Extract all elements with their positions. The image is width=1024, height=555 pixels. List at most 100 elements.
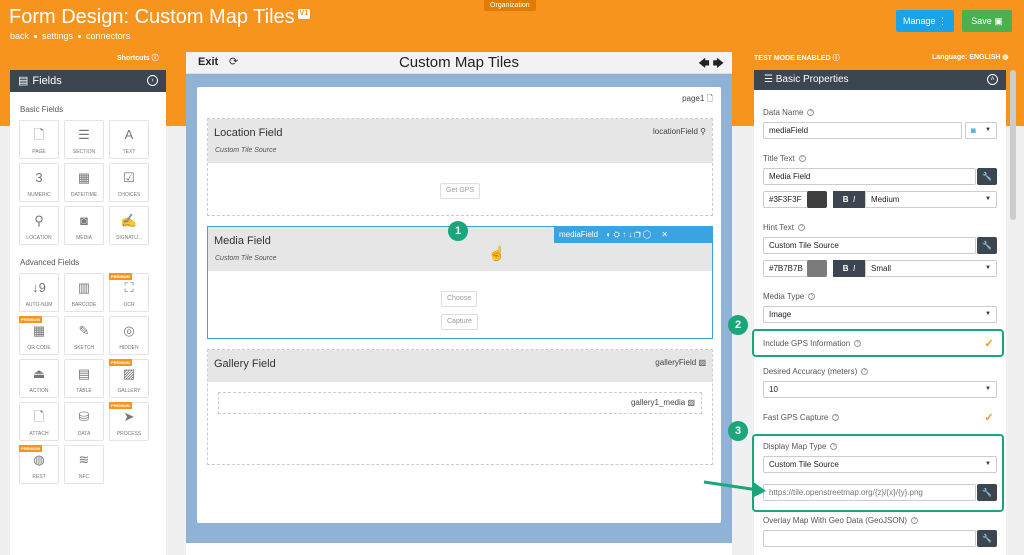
field-tile-ocr[interactable]: PREMIUM ⛶ OCR — [109, 273, 149, 312]
italic-icon[interactable]: I — [853, 264, 855, 273]
org-tag[interactable]: Organization — [484, 0, 536, 11]
premium-badge: PREMIUM — [109, 402, 132, 409]
accuracy-select[interactable]: 10 ▼ — [763, 381, 997, 398]
field-type-icon: ➤ — [123, 409, 135, 424]
arrow-shaft — [703, 480, 759, 492]
field-tile-barcode[interactable]: ▥ BARCODE — [64, 273, 104, 312]
title-color-swatch[interactable] — [807, 191, 827, 208]
field-tile-nfc[interactable]: ≋ NFC — [64, 445, 104, 484]
field-tile-text[interactable]: A TEXT — [109, 120, 149, 159]
help-icon[interactable]: ? — [797, 224, 805, 232]
palette-icon[interactable]: ◐ — [606, 230, 611, 239]
field-tile-choices[interactable]: ☑ CHOICES — [109, 163, 149, 202]
close-icon[interactable]: ✕ — [661, 230, 668, 239]
field-tile-location[interactable]: ⚲ LOCATION — [19, 206, 59, 245]
italic-icon[interactable]: I — [853, 195, 855, 204]
data-name-input[interactable]: mediaField — [763, 122, 962, 139]
test-mode-indicator[interactable]: TEST MODE ENABLED ⓘ — [754, 53, 840, 63]
fast-gps-checkbox[interactable]: ✓ — [983, 412, 995, 424]
hint-style-buttons[interactable]: B I — [833, 260, 865, 277]
field-tile-table[interactable]: ▤ TABLE — [64, 359, 104, 398]
data-name-type-select[interactable]: ◙ ▼ — [965, 122, 997, 139]
help-icon[interactable]: ? — [808, 293, 816, 301]
field-tile-auto-num[interactable]: ↓9 AUTO-NUM — [19, 273, 59, 312]
shortcuts-link[interactable]: Shortcuts ⓘ — [117, 53, 159, 63]
save-button[interactable]: Save ▣ — [962, 10, 1012, 32]
gallery-inner-field[interactable]: gallery1_media ▨ — [218, 392, 702, 414]
field-title: Media Field — [214, 235, 271, 247]
field-tile-attach[interactable]: 🗋 ATTACH — [19, 402, 59, 441]
crumb-settings[interactable]: settings — [42, 31, 73, 41]
hint-color-input[interactable]: #7B7B7B — [763, 260, 813, 277]
bold-icon[interactable]: B — [843, 195, 849, 204]
page-name: page1 — [682, 94, 705, 103]
title-text-input[interactable]: Media Field — [763, 168, 976, 185]
media-type-select[interactable]: Image ▼ — [763, 306, 997, 323]
bold-icon[interactable]: B — [843, 264, 849, 273]
crumb-connectors[interactable]: connectors — [86, 31, 130, 41]
help-icon[interactable]: ? — [832, 414, 840, 422]
field-tile-action[interactable]: ⏏ ACTION — [19, 359, 59, 398]
capture-button[interactable]: Capture — [441, 314, 478, 330]
choose-button[interactable]: Choose — [441, 291, 478, 307]
overlay-input[interactable] — [763, 530, 976, 547]
breadcrumb: back settings connectors — [10, 31, 130, 41]
gallery-field[interactable]: Gallery Field galleryField ▨ gallery1_me… — [207, 349, 713, 465]
field-tile-numeric[interactable]: 3 NUMERIC — [19, 163, 59, 202]
select-value: Medium — [871, 195, 900, 204]
basic-fields-grid: 🗋 PAGE ☰ SECTION A TEXT 3 NUMERIC ▦ DATE/TIME ☑ CHO… — [10, 120, 166, 245]
arrow-left-icon[interactable]: 🡄 — [698, 58, 709, 70]
get-gps-button[interactable]: Get GPS — [440, 183, 481, 199]
field-type-icon: ⏏ — [32, 366, 46, 381]
field-tile-signatu[interactable]: ✍ SIGNATU... — [109, 206, 149, 245]
hint-text-input[interactable]: Custom Tile Source — [763, 237, 976, 254]
move-up-icon[interactable]: ↑ — [622, 230, 626, 239]
field-tile-hidden[interactable]: ◎ HIDDEN — [109, 316, 149, 355]
media-field[interactable]: Media Field Custom Tile Source mediaFiel… — [207, 226, 713, 339]
help-icon[interactable]: ? — [861, 368, 869, 376]
field-tile-page[interactable]: 🗋 PAGE — [19, 120, 59, 159]
title-color-input[interactable]: #3F3F3F — [763, 191, 813, 208]
field-tile-label: NUMERIC — [27, 192, 51, 198]
arrow-right-icon[interactable]: 🡆 — [713, 58, 724, 70]
field-tile-media[interactable]: ◙ MEDIA — [64, 206, 104, 245]
properties-scrollbar[interactable] — [1010, 70, 1016, 220]
chevron-up-icon[interactable]: ˄ — [987, 74, 998, 85]
field-title: Location Field — [214, 127, 283, 139]
field-tile-gallery[interactable]: PREMIUM ▨ GALLERY — [109, 359, 149, 398]
field-tile-date-time[interactable]: ▦ DATE/TIME — [64, 163, 104, 202]
hint-color-swatch[interactable] — [807, 260, 827, 277]
move-down-icon[interactable]: ↓ — [628, 230, 632, 239]
manage-button[interactable]: Manage ⋮ — [896, 10, 954, 32]
field-tile-label: LOCATION — [26, 235, 52, 241]
language-selector[interactable]: Language: ENGLISH ◍ — [932, 53, 1009, 61]
field-type-icon: 3 — [35, 170, 43, 185]
field-tile-qr-code[interactable]: PREMIUM ▦ QR CODE — [19, 316, 59, 355]
comment-icon[interactable]: ◯ — [643, 230, 651, 239]
title-style-buttons[interactable]: B I — [833, 191, 865, 208]
help-icon[interactable]: ? — [911, 517, 919, 525]
wrench-icon[interactable]: 🔧 — [977, 237, 997, 254]
wrench-icon[interactable]: 🔧 — [977, 530, 997, 547]
chevron-right-icon[interactable]: › — [147, 75, 158, 86]
properties-header: ☰ Basic Properties ˄ — [754, 70, 1006, 90]
field-tile-process[interactable]: PREMIUM ➤ PROCESS — [109, 402, 149, 441]
wrench-icon[interactable]: 🔧 — [977, 168, 997, 185]
location-field[interactable]: Location Field Custom Tile Source locati… — [207, 118, 713, 216]
copy-icon[interactable]: ❐ — [635, 230, 641, 239]
field-tile-data[interactable]: ⛁ DATA — [64, 402, 104, 441]
field-tile-rest[interactable]: PREMIUM ◍ REST — [19, 445, 59, 484]
cursor-icon: ☝ — [488, 245, 506, 261]
hint-size-select[interactable]: Small ▼ — [865, 260, 997, 277]
form-page: page1 🗋 Location Field Custom Tile Sourc… — [197, 87, 721, 523]
field-tile-sketch[interactable]: ✎ SKETCH — [64, 316, 104, 355]
help-icon[interactable]: ? — [798, 155, 806, 163]
help-icon[interactable]: ? — [807, 109, 815, 117]
field-tile-label: HIDDEN — [119, 345, 139, 351]
field-title: Gallery Field — [214, 358, 276, 370]
field-tile-section[interactable]: ☰ SECTION — [64, 120, 104, 159]
crumb-back[interactable]: back — [10, 31, 29, 41]
title-size-select[interactable]: Medium ▼ — [865, 191, 997, 208]
permissions-icon[interactable]: ⛭ — [613, 230, 619, 239]
image-icon: ▨ — [698, 358, 706, 367]
